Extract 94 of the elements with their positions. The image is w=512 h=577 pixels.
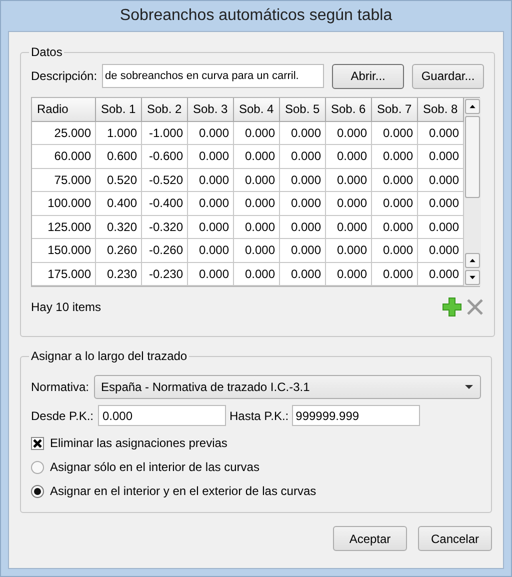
column-header[interactable]: Sob. 8 [418,98,464,122]
column-header[interactable]: Sob. 6 [326,98,372,122]
scroll-up-icon[interactable] [465,253,480,268]
table-cell: 0.000 [234,192,280,216]
table-cell: 0.400 [96,192,142,216]
radio-button[interactable] [31,484,44,498]
start-station-field[interactable]: 0.000 [98,405,226,426]
scroll-up-icon[interactable] [465,99,480,114]
table-cell: 0.000 [372,239,418,262]
column-header[interactable]: Radio [32,98,96,122]
add-icon[interactable] [442,297,462,317]
table-cell: 0.000 [234,168,280,192]
table-cell: 0.000 [372,168,418,192]
column-header[interactable]: Sob. 1 [96,98,142,122]
table-cell: 0.000 [372,145,418,168]
table-cell: 0.320 [96,216,142,239]
table-cell: -0.230 [142,262,188,286]
checkbox-label: Eliminar las asignaciones previas [50,436,228,450]
table-cell: 60.000 [32,145,96,168]
table-cell: 0.520 [96,168,142,192]
dropdown-caret-icon [464,384,474,390]
table-cell: -0.400 [142,192,188,216]
radio-label: Asignar sólo en el interior de las curvas [50,460,260,474]
table-cell: 1.000 [96,122,142,145]
radio-button[interactable] [31,460,44,474]
table-cell: 0.000 [280,168,326,192]
item-count: Hay 10 items [31,300,102,314]
table-cell: 0.000 [326,216,372,239]
table-cell: -1.000 [142,122,188,145]
table-cell: 0.000 [234,239,280,262]
table-cell: 0.000 [234,122,280,145]
table-cell: 0.000 [372,122,418,145]
table-cell: -0.260 [142,239,188,262]
table-cell: 0.000 [188,168,234,192]
table-cell: 0.000 [280,145,326,168]
table-cell: 0.000 [326,122,372,145]
column-header[interactable]: Sob. 4 [234,98,280,122]
checkbox[interactable] [31,436,44,450]
column-header[interactable]: Sob. 2 [142,98,188,122]
description-field[interactable]: de sobreanchos en curva para un carril. [102,64,324,88]
table-cell: 0.000 [280,122,326,145]
field-label: Descripción: [31,69,98,83]
table-cell: 0.000 [280,192,326,216]
table-cell: 0.000 [188,262,234,286]
table-cell: 0.000 [280,216,326,239]
field-label: Normativa: [31,380,90,394]
table-cell: 0.000 [188,145,234,168]
table-cell: 0.000 [280,262,326,286]
column-header[interactable]: Sob. 5 [280,98,326,122]
table-cell: 25.000 [32,122,96,145]
table-cell: 0.000 [326,168,372,192]
table-cell: 0.000 [234,145,280,168]
table-cell: 0.000 [326,239,372,262]
standard-dropdown[interactable]: España - Normativa de trazado I.C.-3.1 [94,375,481,399]
group-title: Asignar a lo largo del trazado [30,349,188,363]
cancel-button[interactable]: Cancelar [418,526,492,551]
radio-label: Asignar en el interior y en el exterior de las curvas [50,484,316,498]
table-cell: 0.000 [372,262,418,286]
scroll-down-icon[interactable] [465,270,480,285]
table-cell: 175.000 [32,262,96,286]
open-button[interactable]: Abrir... [332,64,404,88]
table-cell: -0.520 [142,168,188,192]
window-title: Sobreanchos automáticos según tabla [120,7,392,25]
field-label: Hasta P.K.: [229,408,289,422]
table-cell: 150.000 [32,239,96,262]
table-cell: 0.260 [96,239,142,262]
accept-button[interactable]: Aceptar [333,526,407,551]
field-label: Desde P.K.: [31,408,94,422]
table-cell: 0.000 [188,192,234,216]
group-title: Datos [30,45,64,59]
scroll-thumb[interactable] [465,116,480,198]
table-cell: 0.000 [234,216,280,239]
table-cell: -0.320 [142,216,188,239]
table-cell: 0.000 [234,262,280,286]
table-cell: 75.000 [32,168,96,192]
table-cell: 0.000 [372,192,418,216]
table-cell: 0.000 [280,239,326,262]
table-cell: 0.600 [96,145,142,168]
table-cell: 0.000 [188,216,234,239]
table-cell: 0.000 [326,145,372,168]
table-cell: 0.230 [96,262,142,286]
table-cell: 0.000 [188,122,234,145]
table-cell: 0.000 [326,192,372,216]
end-station-field[interactable]: 999999.999 [292,405,420,426]
scrollbar[interactable] [464,98,481,286]
table-cell: 0.000 [326,262,372,286]
table-cell: 0.000 [372,216,418,239]
save-button[interactable]: Guardar... [412,64,484,88]
table-cell: -0.600 [142,145,188,168]
column-header[interactable]: Sob. 3 [188,98,234,122]
column-header[interactable]: Sob. 7 [372,98,418,122]
table-cell: 100.000 [32,192,96,216]
table-cell: 125.000 [32,216,96,239]
table-cell: 0.000 [188,239,234,262]
